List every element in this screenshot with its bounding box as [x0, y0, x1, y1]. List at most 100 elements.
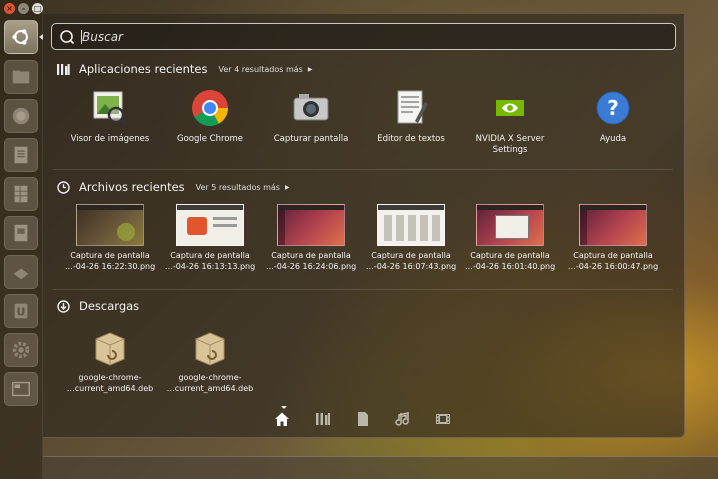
file-screenshot-5[interactable]: Captura de pantalla …-04-26 16:01:40.png — [460, 204, 560, 272]
file-screenshot-3[interactable]: Captura de pantalla …-04-26 16:24:06.png — [261, 204, 361, 272]
file-label-line1: Captura de pantalla — [573, 251, 653, 260]
app-google-chrome[interactable]: Google Chrome — [160, 88, 260, 145]
folder-icon — [12, 70, 30, 84]
app-label: Google Chrome — [176, 134, 244, 144]
launcher-workspace-switcher[interactable] — [4, 372, 38, 406]
applications-more-link[interactable]: Ver 4 resultados más — [219, 65, 303, 74]
firefox-icon — [12, 107, 30, 125]
file-thumbnail — [277, 204, 345, 246]
download-deb-2[interactable]: google-chrome- …current_amd64.deb — [160, 326, 260, 394]
file-label-line2: …-04-26 16:01:40.png — [464, 262, 556, 271]
applications-section: Aplicaciones recientes Ver 4 resultados … — [57, 60, 312, 78]
chrome-icon — [192, 90, 228, 127]
download-label-line2: …current_amd64.deb — [166, 384, 254, 393]
file-screenshot-2[interactable]: Captura de pantalla …-04-26 16:13:13.png — [160, 204, 260, 272]
lens-bar — [43, 406, 685, 429]
presentation-icon — [14, 224, 28, 242]
ubuntu-one-icon: U — [14, 303, 28, 319]
app-nvidia-settings[interactable]: NVIDIA X Server Settings — [460, 88, 560, 156]
files-more-link[interactable]: Ver 5 resultados más — [196, 183, 280, 192]
file-screenshot-1[interactable]: Captura de pantalla …-04-26 16:22:30.png — [60, 204, 160, 272]
camera-icon — [293, 94, 329, 121]
file-thumbnail — [579, 204, 647, 246]
workspace-icon — [12, 381, 30, 397]
package-icon — [95, 332, 125, 366]
file-label-line2: …-04-26 16:07:43.png — [365, 262, 457, 271]
launcher-calc[interactable] — [4, 177, 38, 211]
file-thumbnail — [377, 204, 445, 246]
gear-icon — [12, 341, 30, 359]
lens-music[interactable] — [395, 411, 411, 427]
download-label-line1: google-chrome- — [78, 373, 142, 382]
spreadsheet-icon — [14, 185, 28, 203]
dash-panel: Aplicaciones recientes Ver 4 resultados … — [43, 14, 685, 438]
package-icon — [195, 332, 225, 366]
launcher-software-center[interactable] — [4, 255, 38, 289]
download-label-line2: …current_amd64.deb — [66, 384, 154, 393]
text-editor-icon — [397, 90, 428, 124]
file-label-line2: …-04-26 16:13:13.png — [164, 262, 256, 271]
search-input[interactable] — [82, 27, 662, 47]
section-divider — [53, 289, 673, 290]
file-label-line1: Captura de pantalla — [170, 251, 250, 260]
app-label: Visor de imágenes — [70, 134, 150, 144]
active-lens-indicator — [281, 406, 287, 409]
lens-home[interactable] — [274, 411, 290, 427]
help-icon: ? — [596, 91, 630, 125]
launcher-impress[interactable] — [4, 216, 38, 250]
files-header: Archivos recientes Ver 5 resultados más … — [57, 178, 290, 196]
file-screenshot-4[interactable]: Captura de pantalla …-04-26 16:07:43.png — [361, 204, 461, 272]
applications-title: Aplicaciones recientes — [79, 62, 208, 76]
minimize-window-button[interactable]: – — [18, 3, 29, 14]
launcher-writer[interactable] — [4, 138, 38, 172]
app-screenshot[interactable]: Capturar pantalla — [261, 88, 361, 145]
files-section: Archivos recientes Ver 5 resultados más … — [57, 178, 290, 196]
document-icon — [14, 146, 28, 164]
app-text-editor[interactable]: Editor de textos — [361, 88, 461, 145]
file-label-line1: Captura de pantalla — [70, 251, 150, 260]
launcher: U — [0, 0, 43, 479]
applications-header: Aplicaciones recientes Ver 4 resultados … — [57, 60, 312, 78]
lens-files[interactable] — [355, 411, 371, 427]
section-divider — [53, 169, 673, 170]
home-icon — [275, 412, 289, 426]
bottom-panel — [43, 456, 718, 479]
search-icon — [60, 30, 75, 45]
download-icon — [57, 299, 70, 313]
svg-text:U: U — [17, 306, 26, 319]
file-screenshot-6[interactable]: Captura de pantalla …-04-26 16:00:47.png — [563, 204, 663, 272]
launcher-firefox[interactable] — [4, 99, 38, 133]
lens-applications[interactable] — [315, 411, 331, 427]
nvidia-icon — [496, 100, 524, 116]
window-controls: × – □ — [4, 3, 43, 14]
film-icon — [436, 414, 450, 424]
file-thumbnail — [76, 204, 144, 246]
download-label-line1: google-chrome- — [178, 373, 242, 382]
downloads-header: Descargas — [57, 297, 139, 315]
file-thumbnail — [476, 204, 544, 246]
files-title: Archivos recientes — [79, 180, 185, 194]
app-help[interactable]: ? Ayuda — [563, 88, 663, 145]
lens-video[interactable] — [435, 411, 451, 427]
close-window-button[interactable]: × — [4, 3, 15, 14]
downloads-title: Descargas — [79, 299, 140, 313]
app-image-viewer[interactable]: Visor de imágenes — [60, 88, 160, 145]
file-thumbnail — [176, 204, 244, 246]
launcher-system-settings[interactable] — [4, 333, 38, 367]
applications-icon — [57, 63, 70, 75]
clock-icon — [57, 180, 70, 194]
launcher-files[interactable] — [4, 60, 38, 94]
file-label-line2: …-04-26 16:00:47.png — [567, 262, 659, 271]
image-viewer-icon — [93, 91, 129, 128]
music-note-icon — [395, 412, 409, 426]
app-label: Ayuda — [599, 134, 627, 144]
file-label-line1: Captura de pantalla — [371, 251, 451, 260]
maximize-window-button[interactable]: □ — [32, 3, 43, 14]
software-center-icon — [13, 268, 29, 280]
app-label: Capturar pantalla — [273, 134, 349, 144]
app-label: NVIDIA X Server Settings — [475, 134, 545, 155]
download-deb-1[interactable]: google-chrome- …current_amd64.deb — [60, 326, 160, 394]
launcher-dash-home[interactable] — [4, 20, 38, 54]
file-label-line1: Captura de pantalla — [470, 251, 550, 260]
launcher-ubuntu-one[interactable]: U — [4, 294, 38, 328]
